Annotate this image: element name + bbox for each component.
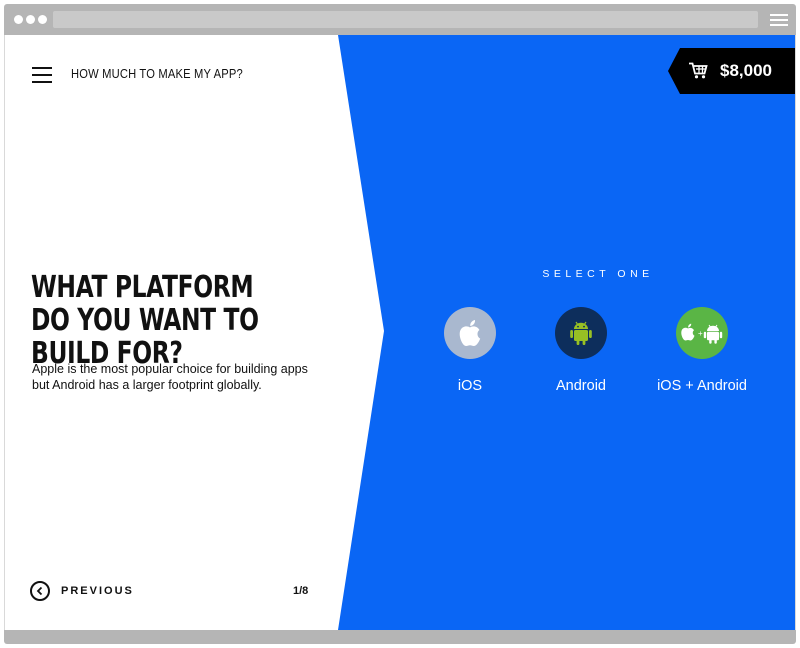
window-dot-icon	[14, 15, 23, 24]
apple-android-icon: +	[681, 323, 723, 344]
window-controls	[14, 15, 47, 24]
shopping-cart-icon	[689, 62, 708, 79]
browser-bottom-bar	[4, 630, 796, 644]
svg-text:+: +	[698, 329, 703, 338]
browser-window: HOW MUCH TO MAKE MY APP? $8,000 WHAT PLA…	[0, 0, 800, 648]
android-icon	[570, 321, 592, 345]
browser-toolbar	[4, 4, 796, 35]
window-border-right	[795, 35, 796, 630]
cart-total-amount: $8,000	[720, 61, 772, 80]
previous-label: PREVIOUS	[61, 585, 134, 597]
page-indicator: 1/8	[293, 585, 309, 597]
address-bar[interactable]	[53, 11, 758, 28]
chevron-left-icon	[30, 581, 50, 601]
previous-button[interactable]: PREVIOUS	[30, 581, 134, 601]
window-dot-icon	[38, 15, 47, 24]
browser-menu-icon[interactable]	[770, 14, 788, 29]
app-title: HOW MUCH TO MAKE MY APP?	[71, 66, 243, 81]
option-label: iOS + Android	[657, 378, 747, 394]
page-viewport: HOW MUCH TO MAKE MY APP? $8,000 WHAT PLA…	[5, 35, 795, 630]
ios-option-circle	[444, 307, 496, 359]
window-dot-icon	[26, 15, 35, 24]
ios-android-option-circle: +	[676, 307, 728, 359]
question-description: Apple is the most popular choice for bui…	[32, 362, 308, 392]
option-ios-android[interactable]: + iOS + Android	[622, 307, 782, 394]
apple-icon	[459, 320, 481, 347]
hamburger-menu-icon[interactable]	[32, 67, 52, 88]
android-option-circle	[555, 307, 607, 359]
select-one-prompt: SELECT ONE	[542, 268, 654, 280]
question-title: WHAT PLATFORM DO YOU WANT TO BUILD FOR?	[31, 270, 259, 371]
cart-total-button[interactable]: $8,000	[668, 48, 795, 94]
